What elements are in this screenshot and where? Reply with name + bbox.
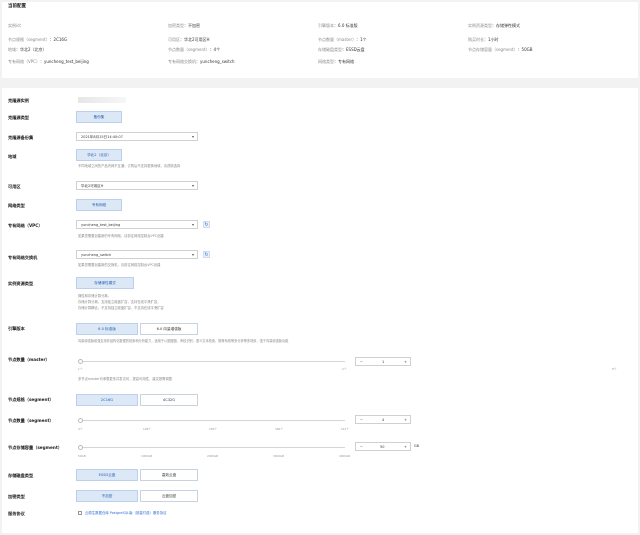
- disk-type-label: 存储磁盘类型: [8, 473, 34, 478]
- storage-slider-handle[interactable]: [78, 445, 83, 450]
- encrypt-option-disk[interactable]: 云盘加密: [140, 490, 198, 502]
- seg-stepper[interactable]: − 4 +: [355, 415, 411, 424]
- backup-set-select[interactable]: 2021年8月15日14:40:07 ▾: [76, 132, 198, 141]
- seg-stepper-value[interactable]: 4: [382, 418, 384, 422]
- spec-option-2c16g[interactable]: 2C16G: [76, 394, 138, 406]
- storage-tick-3: 3000GB: [273, 454, 285, 458]
- minus-icon[interactable]: −: [360, 360, 363, 364]
- seg-count-label: 节点数量（segment）: [8, 418, 54, 423]
- storage-unit: GB: [414, 444, 419, 448]
- resource-desc-2: 存储计算分离，支持独立磁盘扩容，支持在线平滑扩容，: [78, 300, 161, 304]
- region-label: 地域: [8, 154, 17, 159]
- chevron-down-icon: ▾: [191, 252, 194, 257]
- seg-tick-0: 4个: [78, 427, 83, 431]
- summary-title: 当前配置: [8, 4, 26, 9]
- summary-row-resource: 实例资源类型：存储弹性模式: [468, 23, 520, 28]
- seg-spec-label: 节点规格（segment）: [8, 397, 54, 402]
- resource-desc-1: 弹性和存储计算分离，: [78, 294, 111, 298]
- network-type-label: 网络类型: [8, 203, 25, 208]
- summary-row-seg-spec: 节点规格（segment）：2C16G: [8, 37, 68, 42]
- master-slider-handle[interactable]: [78, 359, 83, 364]
- storage-tick-0: 50GB: [78, 454, 86, 458]
- vswitch-label: 专有网络交换机: [8, 255, 38, 260]
- seg-slider-track[interactable]: [80, 420, 345, 421]
- master-tick-max: 8个: [612, 367, 617, 371]
- plus-icon[interactable]: +: [404, 418, 407, 422]
- summary-row-storage: 节点存储容量（segment）：50GB: [468, 47, 533, 52]
- summary-row-vpc: 专有网络（VPC）：yuncheng_test_beijing: [8, 59, 89, 64]
- service-agreement-link[interactable]: 云原生数据仓库 PostgreSQL版（按量付费）服务协议: [85, 511, 166, 515]
- master-stepper-value[interactable]: 1: [382, 360, 384, 364]
- master-slider-track[interactable]: [80, 361, 345, 362]
- vswitch-refresh-icon[interactable]: ↻: [203, 251, 210, 258]
- master-stepper[interactable]: − 1 +: [355, 357, 411, 366]
- spec-option-4c32g[interactable]: 4C32G: [140, 394, 198, 406]
- chevron-down-icon: ▾: [191, 222, 194, 227]
- resource-desc-3: 存储计算耦合，不支持独立磁盘扩容，不支持在线平滑扩容: [78, 306, 164, 310]
- encrypt-option-none[interactable]: 不加密: [76, 490, 138, 502]
- summary-row-duration: 购买时长：1小时: [468, 37, 499, 42]
- minus-icon[interactable]: −: [360, 418, 363, 422]
- zone-select[interactable]: 华北2可用区H ▾: [76, 181, 198, 190]
- summary-row-encrypt: 加密类型：不加密: [168, 23, 200, 28]
- storage-stepper-value[interactable]: 50: [380, 445, 384, 449]
- engine-hint: 向量增强版增强支持非结构化数据的检索和分析能力，适用于以图搜图、声纹识别、语义文…: [78, 339, 289, 343]
- storage-tick-2: 2000GB: [207, 454, 219, 458]
- summary-row-zone: 可用区：华北2可用区H: [168, 37, 210, 42]
- engine-option-vector[interactable]: 6.0 向量增强版: [140, 323, 198, 335]
- summary-row-instance-id: 实例id：: [8, 23, 24, 28]
- summary-row-engine: 引擎版本：6.0 标准版: [318, 23, 358, 28]
- master-tick-min: 1个: [78, 367, 83, 371]
- summary-row-network: 网络类型：专有网络: [318, 59, 354, 64]
- summary-row-region: 地域：华北2（北京）: [8, 47, 47, 52]
- master-tick-mid: 2个: [342, 367, 347, 371]
- vpc-label: 专有网络（VPC）: [8, 223, 43, 228]
- service-agreement-checkbox[interactable]: [78, 511, 82, 515]
- resource-type-button[interactable]: 存储弹性模式: [76, 277, 134, 289]
- seg-tick-4: 512个: [341, 427, 350, 431]
- seg-slider-handle[interactable]: [78, 418, 83, 423]
- chevron-down-icon: ▾: [191, 183, 194, 188]
- service-label: 服务协议: [8, 511, 25, 516]
- storage-label: 节点存储容量（segment）: [8, 445, 63, 450]
- summary-row-seg-count: 节点数量（segment）：4个: [168, 47, 221, 52]
- master-count-label: 节点数量（master）: [8, 357, 50, 362]
- seg-tick-1: 128个: [143, 427, 152, 431]
- backup-set-label: 克隆源备份集: [8, 135, 34, 140]
- storage-tick-4: 4000GB: [339, 454, 351, 458]
- disk-option-efficiency[interactable]: 高效云盘: [140, 469, 198, 481]
- storage-tick-1: 1000GB: [141, 454, 153, 458]
- plus-icon[interactable]: +: [404, 445, 407, 449]
- seg-tick-2: 256个: [209, 427, 218, 431]
- chevron-down-icon: ▾: [191, 134, 194, 139]
- vpc-hint: 如果您需要创建新的专有网络，请前往网络控制台VPC创建: [78, 234, 164, 238]
- summary-row-disk: 存储磁盘类型：ESSD云盘: [318, 47, 365, 52]
- resource-type-label: 实例资源类型: [8, 281, 34, 286]
- storage-stepper[interactable]: − 50 +: [355, 442, 411, 451]
- zone-label: 可用区: [8, 184, 21, 189]
- region-button[interactable]: 华北2（北京）: [76, 149, 122, 161]
- plus-icon[interactable]: +: [404, 360, 407, 364]
- minus-icon[interactable]: −: [360, 445, 363, 449]
- vswitch-select[interactable]: yuncheng_switch ▾: [76, 250, 198, 259]
- engine-label: 引擎版本: [8, 326, 25, 331]
- disk-option-essd[interactable]: ESSD云盘: [76, 469, 138, 481]
- clone-source-label: 克隆源实例: [8, 98, 29, 103]
- encrypt-label: 加密类型: [8, 494, 25, 499]
- summary-row-vswitch: 专有网络交换机：yuncheng_switch: [168, 59, 235, 64]
- seg-tick-3: 384个: [275, 427, 284, 431]
- storage-slider-track[interactable]: [80, 447, 345, 448]
- summary-row-master-count: 节点数量（master）：1个: [318, 37, 367, 42]
- engine-option-standard[interactable]: 6.0 标准版: [76, 323, 138, 335]
- region-hint: 不同地域之间的产品内网不互通；订购后不支持更换地域，请谨慎选择: [78, 164, 181, 168]
- network-type-button[interactable]: 专有网络: [76, 199, 122, 211]
- clone-type-label: 克隆源类型: [8, 115, 29, 120]
- vpc-select[interactable]: yuncheng_test_beijing ▾: [76, 220, 198, 229]
- vswitch-hint: 如果您需要创建新的交换机，请前往网络控制台VPC创建: [78, 263, 161, 267]
- clone-source-value-redacted: [78, 97, 126, 103]
- master-hint: 多节点master可承载更多并发访问，提高可用性，建议按需调整: [78, 377, 173, 381]
- vpc-refresh-icon[interactable]: ↻: [203, 221, 210, 228]
- clone-type-backup-button[interactable]: 备份集: [76, 111, 122, 123]
